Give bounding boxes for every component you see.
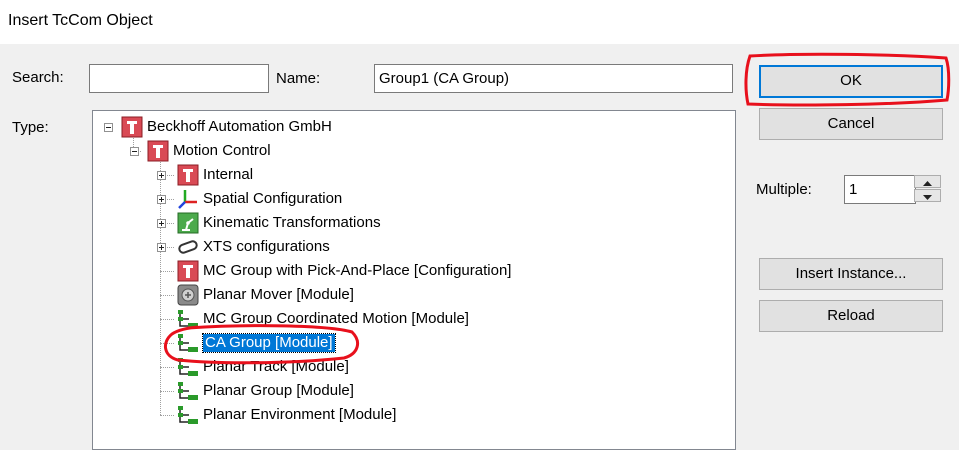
multiple-spinner[interactable] (914, 175, 942, 203)
tc-red-icon (121, 116, 143, 138)
chevron-up-icon (923, 181, 932, 186)
type-tree[interactable]: Beckhoff Automation GmbH Motion Control … (92, 110, 736, 450)
collapse-icon[interactable] (104, 123, 113, 132)
tc-red-icon (177, 164, 199, 186)
tc-red-icon (177, 260, 199, 282)
axes-icon (178, 190, 197, 209)
spin-up-button[interactable] (914, 175, 941, 188)
module-icon (178, 334, 198, 352)
window-title: Insert TcCom Object (8, 12, 153, 29)
planar-mover-icon (177, 284, 199, 306)
robot-arm-icon (177, 212, 199, 234)
tree-node-label: Planar Group [Module] (203, 382, 354, 399)
search-input[interactable] (89, 64, 269, 93)
module-icon (178, 406, 198, 424)
name-label: Name: (276, 70, 321, 87)
xts-track-icon (178, 240, 198, 254)
spin-down-button[interactable] (914, 189, 941, 202)
search-label: Search: (12, 69, 64, 86)
tree-node-label: MC Group with Pick-And-Place [Configurat… (203, 262, 512, 279)
module-icon (178, 310, 198, 328)
tree-node-label: Planar Track [Module] (203, 358, 349, 375)
ok-button[interactable]: OK (759, 65, 943, 98)
expand-icon[interactable] (157, 219, 166, 228)
tc-red-icon (147, 140, 169, 162)
tree-node-label: XTS configurations (203, 238, 330, 255)
tree-node-label: Motion Control (173, 142, 271, 159)
expand-icon[interactable] (157, 171, 166, 180)
multiple-label: Multiple: (756, 181, 812, 198)
expand-icon[interactable] (157, 195, 166, 204)
module-icon (178, 358, 198, 376)
tree-node-label-selected: CA Group [Module] (202, 333, 336, 353)
tree-node-label: Internal (203, 166, 254, 183)
module-icon (178, 382, 198, 400)
reload-button[interactable]: Reload (759, 300, 943, 332)
type-label: Type: (12, 119, 49, 136)
tree-node-label: Planar Mover [Module] (203, 286, 354, 303)
chevron-down-icon (923, 195, 932, 200)
tree-node-label: Beckhoff Automation GmbH (147, 118, 332, 135)
name-input[interactable] (374, 64, 733, 93)
collapse-icon[interactable] (130, 147, 139, 156)
tree-node-label: Kinematic Transformations (203, 214, 381, 231)
title-bar: Insert TcCom Object (0, 0, 959, 44)
multiple-input[interactable] (844, 175, 916, 204)
tree-node-label: Planar Environment [Module] (203, 406, 397, 423)
tree-node-label: Spatial Configuration (203, 190, 343, 207)
insert-instance-button[interactable]: Insert Instance... (759, 258, 943, 290)
cancel-button[interactable]: Cancel (759, 108, 943, 140)
expand-icon[interactable] (157, 243, 166, 252)
tree-node-label: MC Group Coordinated Motion [Module] (203, 310, 469, 327)
